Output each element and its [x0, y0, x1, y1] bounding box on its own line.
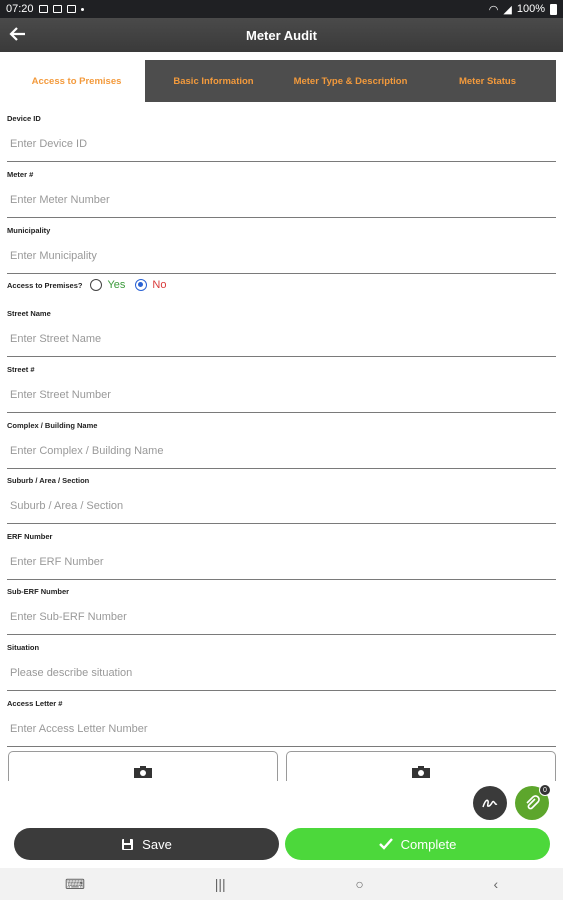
floppy-disk-icon: [122, 838, 134, 850]
attachment-count-badge: 0: [539, 784, 551, 796]
access-letter-field: Access Letter #: [7, 697, 556, 747]
device-id-field: Device ID: [7, 112, 556, 162]
nav-back-icon[interactable]: ‹: [493, 876, 498, 892]
tab-meter-status[interactable]: Meter Status: [419, 60, 556, 102]
access-label: Access to Premises?: [7, 280, 83, 290]
page-title: Meter Audit: [245, 27, 318, 43]
check-icon: [378, 838, 393, 850]
wifi-icon: ◠: [488, 3, 499, 16]
system-nav-bar: ⌨ ||| ○ ‹: [0, 868, 563, 900]
photo-capture-box-1[interactable]: [8, 751, 278, 781]
device-id-label: Device ID: [7, 114, 41, 123]
erf-number-field: ERF Number: [7, 530, 556, 580]
paperclip-icon: [526, 795, 540, 810]
meter-number-label: Meter #: [7, 170, 34, 179]
sub-erf-number-label: Sub-ERF Number: [7, 587, 70, 596]
municipality-input[interactable]: [7, 238, 556, 274]
app-bar: Meter Audit: [0, 18, 563, 52]
situation-field: Situation: [7, 641, 556, 691]
home-icon[interactable]: ○: [355, 876, 363, 892]
tab-bar: Access to Premises Basic Information Met…: [8, 60, 556, 102]
street-number-field: Street #: [7, 363, 556, 413]
signal-icon: ◢: [503, 3, 512, 16]
sub-erf-number-input[interactable]: [7, 599, 556, 635]
back-arrow-icon[interactable]: [8, 24, 30, 46]
situation-label: Situation: [7, 643, 40, 652]
tab-access-to-premises[interactable]: Access to Premises: [8, 60, 145, 102]
access-letter-label: Access Letter #: [7, 699, 63, 708]
complex-input[interactable]: [7, 433, 556, 469]
camera-icon: [412, 766, 430, 778]
notification-icon: [38, 5, 48, 13]
municipality-field: Municipality: [7, 224, 556, 274]
save-button[interactable]: Save: [14, 828, 279, 860]
complete-label: Complete: [400, 836, 457, 852]
street-number-input[interactable]: [7, 377, 556, 413]
suburb-label: Suburb / Area / Section: [7, 476, 90, 485]
more-dot-icon: [80, 7, 84, 11]
photo-capture-box-2[interactable]: [286, 751, 556, 781]
save-label: Save: [142, 836, 172, 852]
suburb-input[interactable]: [7, 488, 556, 524]
tab-basic-information[interactable]: Basic Information: [145, 60, 282, 102]
tab-meter-type-description[interactable]: Meter Type & Description: [282, 60, 419, 102]
recent-apps-icon[interactable]: |||: [215, 876, 226, 892]
street-name-label: Street Name: [7, 309, 51, 318]
youtube-icon: [66, 5, 76, 13]
signature-button[interactable]: [473, 786, 507, 820]
meter-number-input[interactable]: [7, 182, 556, 218]
gallery-icon: [52, 5, 62, 13]
meter-number-field: Meter #: [7, 168, 556, 218]
access-yes-radio[interactable]: Yes: [90, 279, 125, 291]
street-number-label: Street #: [7, 365, 35, 374]
keyboard-icon[interactable]: ⌨: [65, 876, 85, 893]
status-time: 07:20: [6, 3, 34, 15]
street-name-field: Street Name: [7, 307, 556, 357]
suburb-field: Suburb / Area / Section: [7, 474, 556, 524]
complex-field: Complex / Building Name: [7, 419, 556, 469]
attachment-button[interactable]: 0: [515, 784, 551, 820]
battery-icon: [550, 3, 557, 15]
situation-input[interactable]: [7, 655, 556, 691]
status-bar: 07:20 ◠ ◢ 100%: [0, 0, 563, 18]
street-name-input[interactable]: [7, 321, 556, 357]
device-id-input[interactable]: [7, 126, 556, 162]
battery-percent: 100%: [516, 3, 545, 15]
radio-unchecked-icon: [90, 279, 103, 291]
camera-icon: [134, 766, 152, 778]
erf-number-label: ERF Number: [7, 532, 53, 541]
access-letter-input[interactable]: [7, 711, 556, 747]
sub-erf-number-field: Sub-ERF Number: [7, 585, 556, 635]
complex-label: Complex / Building Name: [7, 421, 98, 430]
access-no-radio[interactable]: No: [135, 279, 166, 291]
erf-number-input[interactable]: [7, 544, 556, 580]
access-radio-group: Access to Premises? Yes No: [7, 275, 556, 295]
municipality-label: Municipality: [7, 226, 51, 235]
radio-checked-icon: [135, 279, 148, 291]
complete-button[interactable]: Complete: [285, 828, 550, 860]
signature-icon: [482, 799, 498, 808]
